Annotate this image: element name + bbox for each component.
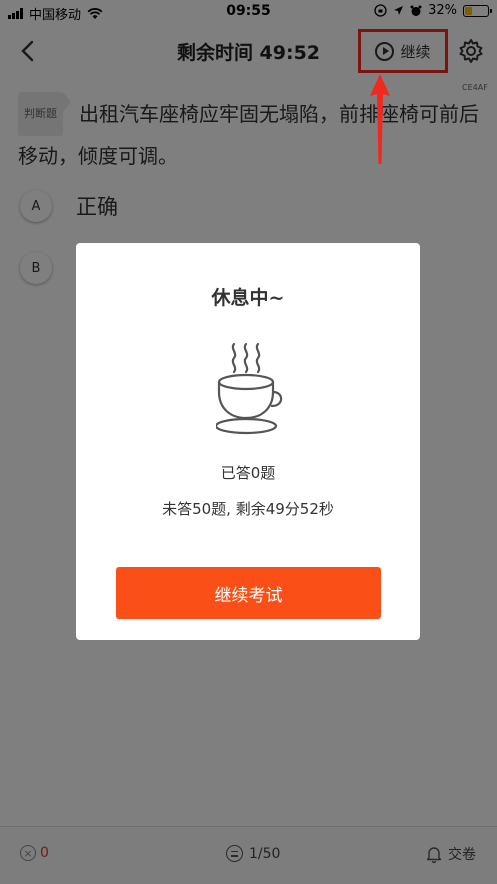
- annotation-arrow: [370, 74, 390, 164]
- coffee-cup-icon: [216, 342, 283, 435]
- answered-count: 已答0题: [220, 464, 276, 482]
- modal-title: 休息中~: [211, 287, 285, 309]
- continue-exam-button[interactable]: 继续考试: [116, 567, 381, 619]
- rest-modal: 休息中~ 已答0题 未答50题, 剩余49分52秒 继续考试: [76, 243, 420, 640]
- remaining-summary: 未答50题, 剩余49分52秒: [162, 500, 334, 518]
